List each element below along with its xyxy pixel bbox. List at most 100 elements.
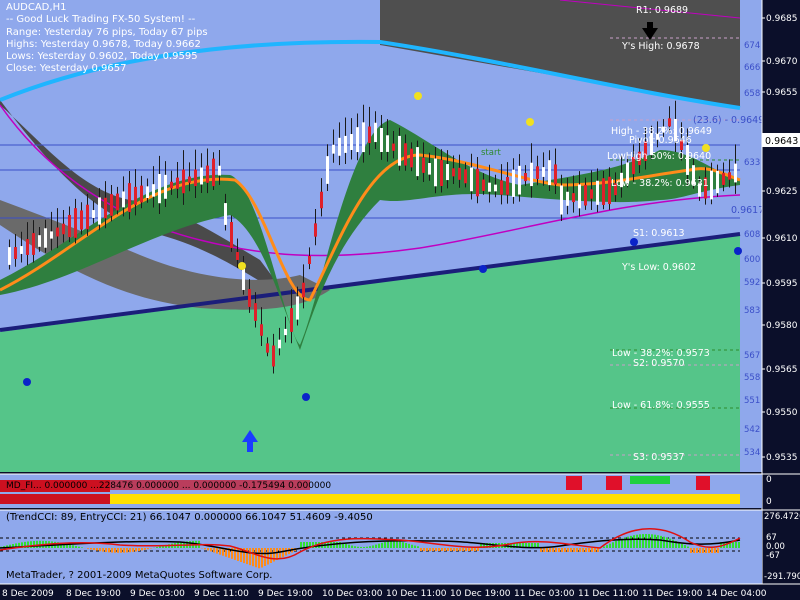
cci-bar [732, 542, 734, 548]
cci-bar [564, 548, 566, 552]
cci-axis-neg67: -67 [766, 551, 780, 561]
candle-body [290, 308, 293, 332]
cci-bar [681, 543, 683, 548]
candle-body [470, 167, 473, 192]
candle-body [260, 324, 263, 336]
candle-body [278, 339, 281, 349]
cci-indicator-label: (TrendCCI: 89, EntryCCI: 21) 66.1047 0.0… [6, 512, 373, 523]
time-tick: 9 Dec 03:00 [130, 589, 185, 599]
cci-bar [657, 535, 659, 548]
candle-body [62, 223, 65, 235]
info-range: Range: Yesterday 76 pips, Today 67 pips [6, 26, 208, 38]
info-highs: Highs: Yesterday 0.9678, Today 0.9662 [6, 38, 201, 50]
time-tick: 8 Dec 19:00 [66, 589, 121, 599]
cci-bar [255, 548, 257, 568]
candle-body [92, 210, 95, 218]
candle-body [230, 222, 233, 248]
candle-body [596, 180, 599, 205]
cci-bar [402, 542, 404, 548]
cci-bar [396, 541, 398, 548]
candle-body [308, 256, 311, 264]
candle-body [248, 289, 251, 307]
candle-body [518, 165, 521, 195]
cci-bar [147, 548, 149, 550]
time-tick: 10 Dec 19:00 [450, 589, 511, 599]
cci-bar [399, 541, 401, 548]
low-382-label: Low - 38.2%: 0.9631 [611, 178, 709, 189]
price-chart[interactable]: R1: 0.9689 Y's High: 0.9678 (23.6) - 0.9… [0, 0, 800, 600]
cci-bar [639, 534, 641, 548]
time-tick: 10 Dec 03:00 [322, 589, 383, 599]
candle-body [32, 233, 35, 255]
cci-bar [87, 548, 89, 549]
cci-bar [387, 541, 389, 548]
candle-body [38, 235, 41, 247]
pip-label: 608 [744, 230, 760, 240]
cci-bar [579, 548, 581, 552]
time-tick: 9 Dec 11:00 [194, 589, 249, 599]
cci-bar [159, 546, 161, 548]
ys-high-label: Y's High: 0.9678 [621, 41, 700, 52]
cci-bar [219, 548, 221, 555]
time-tick: 11 Dec 11:00 [578, 589, 639, 599]
cci-bar [462, 548, 464, 551]
candle-body [326, 156, 329, 184]
candle-body [212, 158, 215, 187]
cci-bar [363, 546, 365, 548]
candle-body [20, 246, 23, 254]
cci-bar [210, 548, 212, 552]
cci-bar [381, 542, 383, 548]
candle-body [422, 157, 425, 173]
candle-body [188, 176, 191, 183]
candle-body [392, 143, 395, 151]
cci-bar [438, 548, 440, 551]
candle-body [548, 160, 551, 186]
candle-body [368, 126, 371, 144]
cci-bar [258, 548, 260, 569]
candle-body [14, 247, 17, 259]
mt4-chart-window: R1: 0.9689 Y's High: 0.9678 (23.6) - 0.9… [0, 0, 800, 600]
cci-bar [249, 548, 251, 566]
cci-bar [468, 548, 470, 551]
cci-bar [645, 534, 647, 548]
candle-body [206, 165, 209, 183]
cci-bar [207, 548, 209, 551]
cci-bar [735, 542, 737, 548]
cci-bar [114, 548, 116, 553]
candle-body [362, 122, 365, 153]
candle-body [464, 169, 467, 184]
cci-bar [216, 548, 218, 554]
candle-body [302, 282, 305, 298]
candle-body [104, 197, 107, 219]
chart-info-overlay: AUDCAD,H1 -- Good Luck Trading FX-50 Sys… [6, 2, 208, 76]
cci-bar [669, 538, 671, 548]
candle-body [98, 197, 101, 225]
candle-body [500, 180, 503, 195]
candle-body [86, 204, 89, 230]
cci-bar [96, 548, 98, 551]
price-tick: 0.9550 [766, 408, 798, 418]
cci-bar [141, 548, 143, 551]
candle-body [266, 343, 269, 353]
cci-bar [261, 548, 263, 568]
cci-bar [408, 543, 410, 548]
s2-label: S2: 0.9570 [633, 358, 685, 369]
cci-bar [690, 548, 692, 553]
candle-body [176, 177, 179, 189]
pivot-label: Pivot: 0.9646 [629, 135, 692, 146]
cci-bar [435, 548, 437, 551]
s1-label: S1: 0.9613 [633, 228, 685, 239]
candle-body [122, 191, 125, 208]
price-tick: 0.9565 [766, 365, 798, 375]
cci-bar [417, 546, 419, 548]
cci-bar [567, 548, 569, 552]
cci-bar [357, 546, 359, 548]
cci-bar [465, 548, 467, 551]
r1-label: R1: 0.9689 [636, 5, 688, 16]
candle-body [254, 303, 257, 321]
cci-bar [447, 548, 449, 551]
cci-bar [204, 548, 206, 550]
pip-label: 583 [744, 306, 760, 316]
cci-bar [366, 546, 368, 548]
candle-body [314, 223, 317, 237]
